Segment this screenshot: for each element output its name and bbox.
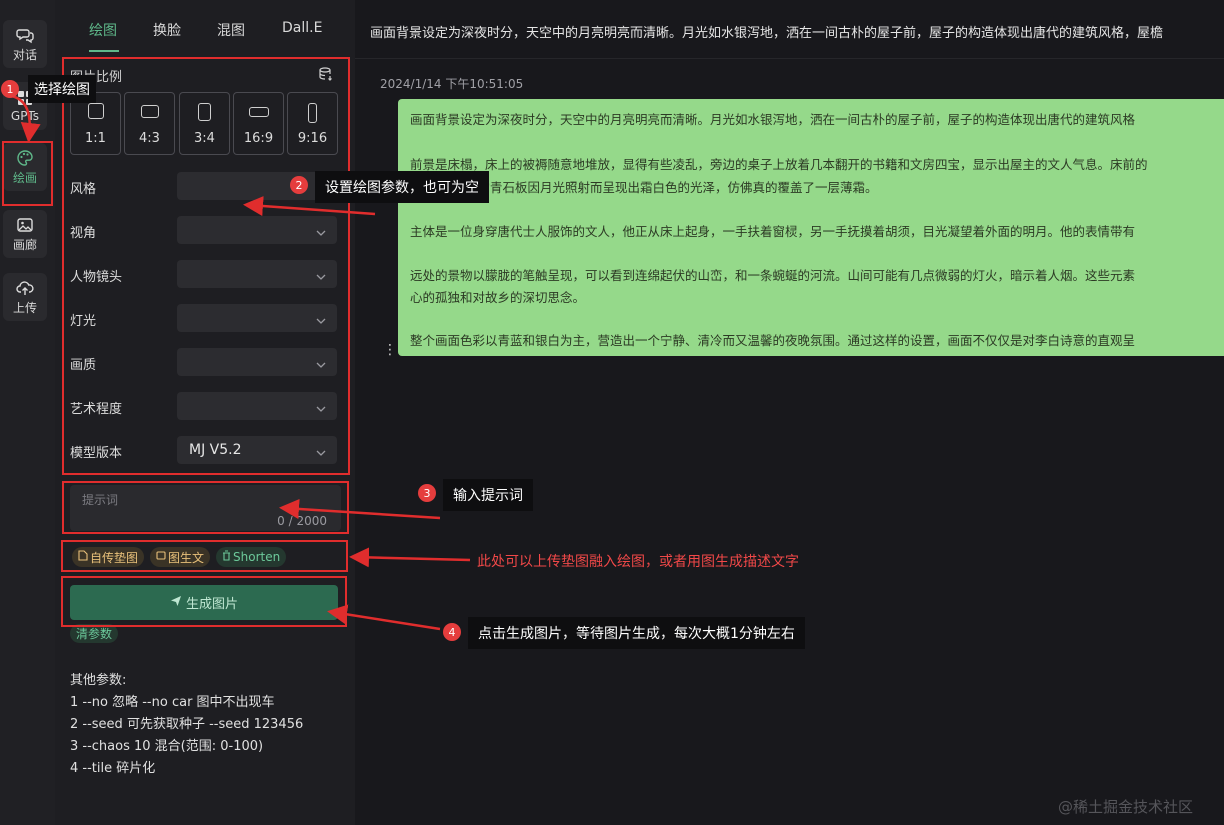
annotation-note-1: 选择绘图: [28, 75, 96, 103]
annotation-note-2: 设置绘图参数，也可为空: [315, 171, 489, 203]
app-window: 对话 GPTs 绘画 画廊 上传 绘图 换脸 混图 Dall.E 图片比例 1:…: [0, 0, 1224, 825]
step-badge-2: 2: [290, 176, 308, 194]
annotation-arrows: [11, 94, 471, 631]
step-badge-4: 4: [443, 623, 461, 641]
annotation-note-3: 输入提示词: [443, 479, 533, 511]
annotation-note-4: 点击生成图片，等待图片生成，每次大概1分钟左右: [468, 617, 805, 649]
step-badge-3: 3: [418, 484, 436, 502]
step-badge-1: 1: [1, 80, 19, 98]
annotation-note-chips: 此处可以上传垫图融入绘图，或者用图生成描述文字: [477, 554, 799, 570]
watermark: @稀土掘金技术社区: [1058, 798, 1194, 816]
